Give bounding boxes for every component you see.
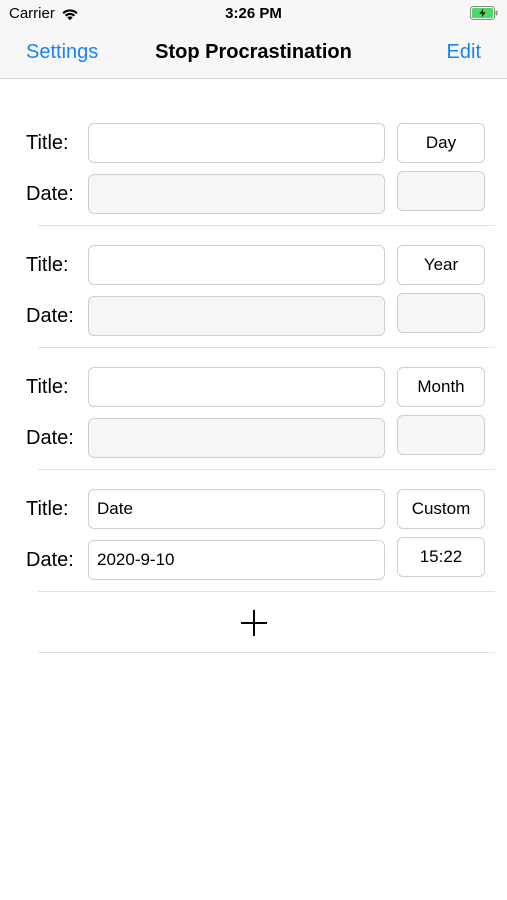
date-input[interactable] [88, 540, 385, 580]
plus-icon[interactable] [239, 608, 269, 638]
date-label: Date: [26, 305, 74, 327]
time-button[interactable] [397, 415, 485, 455]
period-button-day[interactable]: Day [397, 123, 485, 163]
title-label: Title: [26, 498, 69, 520]
date-label: Date: [26, 549, 74, 571]
row-separator [38, 469, 495, 470]
row-separator [38, 652, 495, 653]
edit-button[interactable]: Edit [447, 41, 481, 64]
battery-charging-icon [470, 6, 498, 20]
title-label: Title: [26, 132, 69, 154]
title-input[interactable] [88, 123, 385, 163]
title-label: Title: [26, 376, 69, 398]
status-bar: Carrier 3:26 PM [0, 0, 507, 28]
page-title: Stop Procrastination [155, 41, 352, 63]
title-input[interactable] [88, 489, 385, 529]
period-button-year[interactable]: Year [397, 245, 485, 285]
date-input[interactable] [88, 418, 385, 458]
date-input[interactable] [88, 174, 385, 214]
date-input[interactable] [88, 296, 385, 336]
date-label: Date: [26, 183, 74, 205]
title-input[interactable] [88, 367, 385, 407]
row-separator [38, 225, 495, 226]
period-button-custom[interactable]: Custom [397, 489, 485, 529]
status-time: 3:26 PM [225, 5, 282, 22]
title-label: Title: [26, 254, 69, 276]
date-label: Date: [26, 427, 74, 449]
time-button[interactable] [397, 293, 485, 333]
navigation-bar: Settings Stop Procrastination Edit [0, 28, 507, 79]
row-separator [38, 591, 495, 592]
row-separator [38, 347, 495, 348]
time-button[interactable]: 15:22 [397, 537, 485, 577]
time-button[interactable] [397, 171, 485, 211]
period-button-month[interactable]: Month [397, 367, 485, 407]
title-input[interactable] [88, 245, 385, 285]
